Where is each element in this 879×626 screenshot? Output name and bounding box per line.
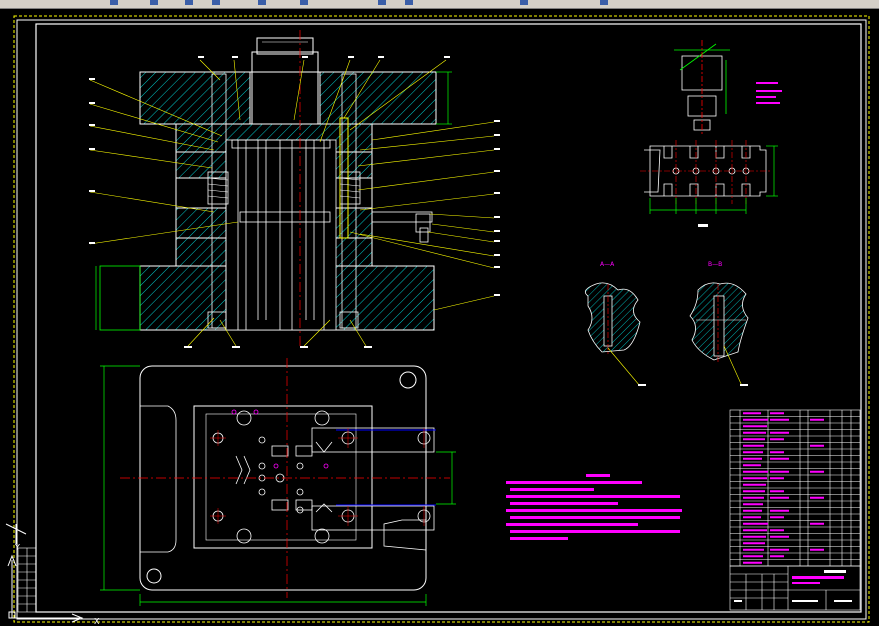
parts-list-cell <box>770 477 784 480</box>
parts-list-cell <box>770 535 789 538</box>
parts-list-cell <box>770 457 789 460</box>
parts-list-cell <box>743 522 768 525</box>
parts-list-cell <box>743 529 767 532</box>
parts-list-cell <box>743 457 762 460</box>
technical-requirements-notes <box>506 474 682 540</box>
parts-list-cell <box>770 418 789 421</box>
parts-list-cell <box>743 444 764 447</box>
parts-list-cell <box>770 412 784 415</box>
parts-list-cell <box>770 451 784 454</box>
parts-list-cell <box>743 496 764 499</box>
section-label-aa: A—A <box>600 261 615 268</box>
parts-list-cell <box>743 412 761 415</box>
toolbar-icon[interactable] <box>600 0 608 5</box>
cad-toolbar <box>0 0 879 9</box>
parts-list-cell <box>810 470 824 473</box>
plan-view <box>100 358 456 606</box>
cad-drawing-canvas[interactable]: A—A B—B Y X <box>0 9 879 626</box>
detail-label <box>698 224 708 227</box>
parts-list-cell <box>770 509 789 512</box>
section-A-A: A—A <box>584 261 646 387</box>
parts-list-rows <box>730 416 860 560</box>
parts-list-cell <box>743 542 765 545</box>
parts-list-cell <box>743 464 761 467</box>
toolbar-icon[interactable] <box>212 0 220 5</box>
parts-list-cell <box>770 470 789 473</box>
toolbar-icon[interactable] <box>378 0 386 5</box>
parts-list-cell <box>810 418 824 421</box>
section-label-bb: B—B <box>708 261 722 268</box>
title-block-fills <box>734 570 852 602</box>
ucs-x-label: X <box>94 617 100 626</box>
parts-list-cell <box>770 529 784 532</box>
parts-list-cell <box>770 431 789 434</box>
parts-list-cell <box>770 516 784 519</box>
section-view-main <box>95 30 452 346</box>
parts-list-cell <box>810 548 824 551</box>
parts-list-cell <box>743 470 768 473</box>
parts-list-cell <box>743 483 766 486</box>
toolbar-icon[interactable] <box>185 0 193 5</box>
parts-list-cell <box>743 561 762 564</box>
parts-list-cell <box>743 431 766 434</box>
parts-list-cell <box>770 496 789 499</box>
parts-list-cell <box>743 535 766 538</box>
parts-list-cell <box>743 509 762 512</box>
toolbar-icon[interactable] <box>520 0 528 5</box>
parts-list-cell <box>810 496 824 499</box>
parts-list-cell <box>743 548 764 551</box>
parts-list-cell <box>743 477 767 480</box>
parts-list-cell <box>770 548 789 551</box>
parts-list-cell <box>810 522 824 525</box>
parts-list-cell <box>743 516 761 519</box>
parts-list-cell <box>743 555 763 558</box>
detail-view-punch <box>674 40 730 134</box>
parts-list-cell <box>743 425 767 428</box>
parts-list-cell <box>743 418 768 421</box>
toolbar-icon[interactable] <box>405 0 413 5</box>
toolbar-icon[interactable] <box>300 0 308 5</box>
toolbar-icon[interactable] <box>110 0 118 5</box>
parts-list-cell <box>770 555 784 558</box>
parts-list-cell <box>770 490 784 493</box>
ucs-y-label: Y <box>14 543 20 552</box>
parts-list-cell <box>743 451 763 454</box>
left-margin-table <box>17 547 37 613</box>
cursor-crosshair-icon <box>5 523 27 544</box>
parts-list-cell <box>743 490 765 493</box>
section-B-B: B—B <box>689 261 749 387</box>
parts-list-cell <box>770 438 784 441</box>
detail-notes-small <box>756 82 782 104</box>
parts-list-cell <box>743 438 765 441</box>
parts-list-cell <box>743 503 763 506</box>
toolbar-icon[interactable] <box>150 0 158 5</box>
parts-list-cell <box>810 444 824 447</box>
toolbar-icon[interactable] <box>258 0 266 5</box>
